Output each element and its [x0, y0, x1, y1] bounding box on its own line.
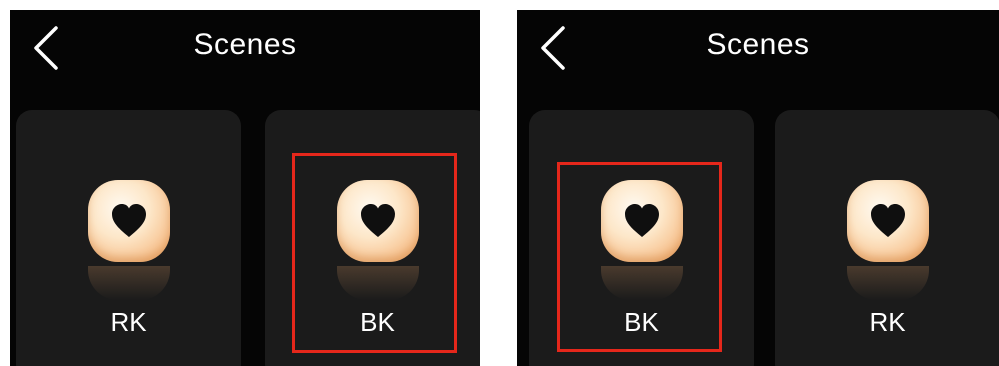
scenes-screen-left: Scenes RK BK [10, 10, 480, 366]
scene-card-label: RK [869, 307, 906, 337]
heart-icon [600, 180, 683, 262]
scene-card-label: BK [624, 307, 659, 337]
scene-card-bk[interactable]: BK [265, 110, 480, 366]
icon-reflection [600, 266, 683, 300]
heart-icon [846, 180, 929, 262]
icon-reflection [846, 266, 929, 300]
scene-card-rk[interactable]: RK [775, 110, 999, 366]
scenes-screen-right: Scenes BK RK [517, 10, 999, 366]
page-title: Scenes [706, 28, 810, 61]
heart-icon [87, 180, 170, 262]
icon-reflection [87, 266, 170, 300]
heart-icon [336, 180, 419, 262]
scene-card-bk[interactable]: BK [529, 110, 754, 366]
scene-card-label: RK [110, 307, 147, 337]
scene-card-label: BK [360, 307, 395, 337]
icon-reflection [336, 266, 419, 300]
page-title: Scenes [193, 28, 297, 61]
scene-card-rk[interactable]: RK [16, 110, 241, 366]
